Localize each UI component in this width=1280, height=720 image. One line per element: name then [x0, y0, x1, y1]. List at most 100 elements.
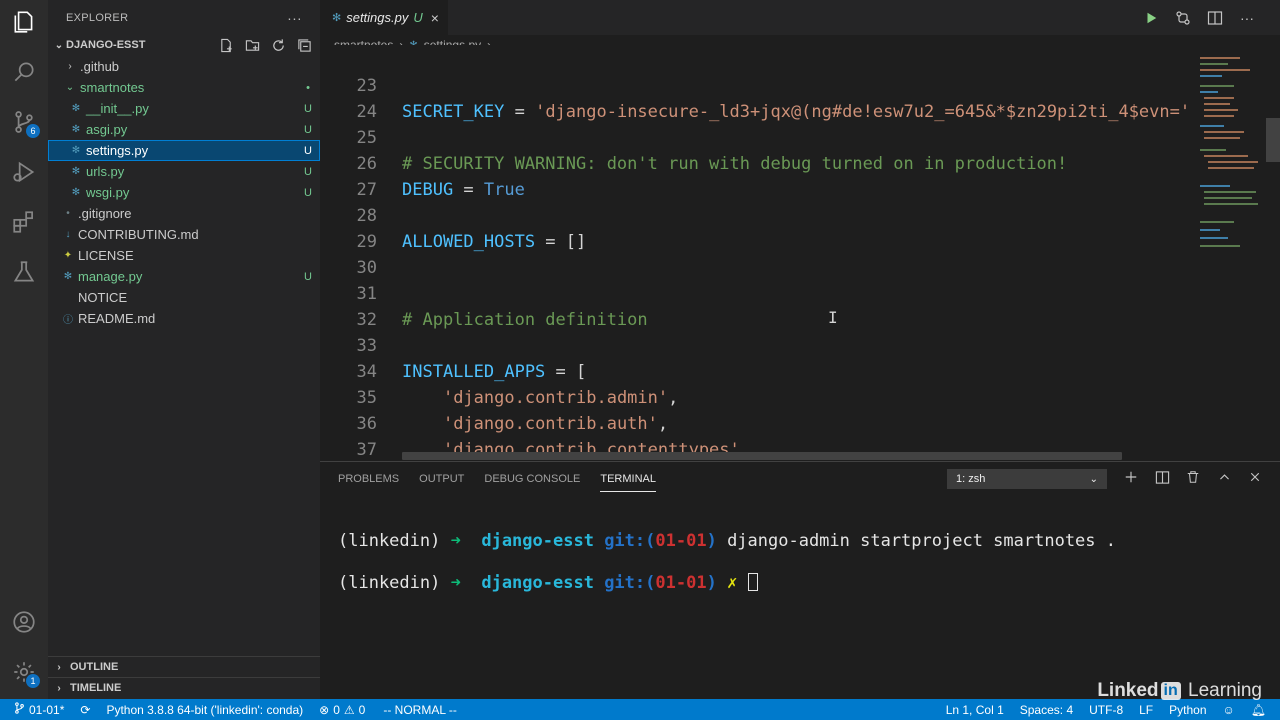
code-line: 24 [356, 102, 377, 122]
tree-item-urls-py[interactable]: ✻ urls.py U [48, 161, 320, 182]
terminal-output[interactable]: (linkedin) ➜ django-esst git:(01-01) dja… [338, 510, 1116, 636]
code-line: 26 DEBUG = True [356, 154, 525, 200]
close-panel-icon[interactable] [1246, 468, 1264, 486]
info-file-icon: ⓘ [63, 315, 73, 326]
chevron-right-icon: › [57, 682, 61, 694]
project-name: DJANGO-ESST [66, 39, 146, 51]
bottom-panel: PROBLEMS OUTPUT DEBUG CONSOLE TERMINAL 1… [320, 461, 1280, 699]
tree-item-wsgi-py[interactable]: ✻ wsgi.py U [48, 182, 320, 203]
tree-item-license[interactable]: ✦ LICENSE [48, 245, 320, 266]
code-line: 30 [356, 258, 377, 278]
run-python-icon[interactable] [1142, 9, 1160, 27]
close-icon[interactable]: × [431, 10, 439, 26]
code-line: 32 [356, 310, 377, 330]
tree-item-smartnotes[interactable]: ⌄ smartnotes • [48, 77, 320, 98]
run-debug-icon[interactable] [8, 156, 40, 188]
status-interpreter[interactable]: Python 3.8.8 64-bit ('linkedin': conda) [98, 703, 311, 717]
code-line: 36 'django.contrib.contenttypes', [356, 414, 751, 460]
terminal-cursor [747, 573, 758, 591]
status-position[interactable]: Ln 1, Col 1 [938, 703, 1012, 717]
open-changes-icon[interactable] [1174, 9, 1192, 27]
horizontal-scrollbar[interactable] [402, 452, 1122, 460]
status-branch[interactable]: 01-01* [0, 702, 72, 717]
status-language[interactable]: Python [1161, 703, 1214, 717]
project-section-header[interactable]: ⌄ DJANGO-ESST [48, 35, 320, 55]
tab-debug-console[interactable]: DEBUG CONSOLE [484, 473, 580, 485]
new-folder-icon[interactable] [244, 37, 260, 53]
editor-actions: ··· [1142, 0, 1280, 35]
code-editor[interactable]: 23 SECRET_KEY = 'django-insecure-_ld3+jq… [320, 45, 1196, 460]
explorer-sidebar: EXPLORER ··· ⌄ DJANGO-ESST › .github ⌄ s… [48, 0, 320, 699]
collapse-all-icon[interactable] [296, 37, 312, 53]
vertical-scrollbar[interactable] [1266, 118, 1280, 162]
terminal-selector[interactable]: 1: zsh ⌄ [947, 469, 1107, 489]
sync-icon: ⟳ [80, 702, 91, 717]
source-control-icon[interactable]: 6 [8, 106, 40, 138]
testing-flask-icon[interactable] [8, 256, 40, 288]
warning-icon: ⚠ [343, 702, 355, 717]
git-file-icon: • [66, 208, 70, 219]
status-feedback[interactable]: ☺ [1215, 703, 1243, 717]
code-line: 37 'django.contrib.sessions', [356, 440, 377, 460]
tab-settings-py[interactable]: ✻ settings.py U × [320, 0, 448, 35]
status-sync[interactable]: ⟳ [72, 703, 98, 717]
tab-terminal[interactable]: TERMINAL [600, 466, 656, 492]
split-terminal-icon[interactable] [1153, 468, 1171, 486]
license-file-icon: ✦ [63, 250, 73, 261]
status-bar: 01-01* ⟳ Python 3.8.8 64-bit ('linkedin'… [0, 699, 1280, 720]
code-line: 28 ALLOWED_HOSTS = [] [356, 206, 587, 252]
code-line: 31 # Application definition [356, 284, 648, 330]
split-editor-icon[interactable] [1206, 9, 1224, 27]
refresh-icon[interactable] [270, 37, 286, 53]
more-actions-icon[interactable]: ··· [287, 10, 302, 26]
status-problems[interactable]: ⊗ 0 ⚠ 0 [311, 703, 373, 717]
python-file-icon: ✻ [71, 145, 81, 156]
trash-icon[interactable] [1184, 468, 1202, 486]
new-terminal-icon[interactable] [1122, 468, 1140, 486]
panel-tabs: PROBLEMS OUTPUT DEBUG CONSOLE TERMINAL [338, 462, 656, 495]
tree-item-readme-md[interactable]: ⓘ README.md [48, 308, 320, 329]
tree-item-init-py[interactable]: ✻ __init__.py U [48, 98, 320, 119]
files-icon[interactable] [8, 6, 40, 38]
maximize-panel-icon[interactable] [1215, 468, 1233, 486]
tab-output[interactable]: OUTPUT [419, 473, 464, 485]
markdown-file-icon: ↓ [65, 229, 71, 240]
minimap[interactable] [1196, 45, 1264, 460]
search-icon[interactable] [8, 56, 40, 88]
extensions-icon[interactable] [8, 206, 40, 238]
status-indentation[interactable]: Spaces: 4 [1012, 703, 1081, 717]
chevron-right-icon: › [68, 61, 72, 72]
tree-item-gitignore[interactable]: • .gitignore [48, 203, 320, 224]
outline-section-header[interactable]: › OUTLINE [48, 656, 320, 677]
account-icon[interactable] [8, 606, 40, 638]
status-encoding[interactable]: UTF-8 [1081, 703, 1131, 717]
tree-item-notice[interactable]: NOTICE [48, 287, 320, 308]
activity-bar: 6 1 [0, 0, 48, 699]
editor-tab-bar: ✻ settings.py U × ··· [320, 0, 1280, 35]
linkedin-learning-logo: Linked in Learning [1097, 680, 1262, 701]
settings-gear-icon[interactable]: 1 [8, 656, 40, 688]
python-file-icon: ✻ [71, 187, 81, 198]
python-file-icon: ✻ [332, 12, 342, 24]
status-eol[interactable]: LF [1131, 703, 1161, 717]
tab-problems[interactable]: PROBLEMS [338, 473, 399, 485]
file-tree: › .github ⌄ smartnotes • ✻ __init__.py U… [48, 56, 320, 329]
more-actions-icon[interactable]: ··· [1238, 9, 1256, 27]
tree-item-github[interactable]: › .github [48, 56, 320, 77]
timeline-section-header[interactable]: › TIMELINE [48, 677, 320, 698]
bell-icon: 🔔︎ [1250, 702, 1266, 717]
code-line: 29 [356, 232, 377, 252]
tree-item-manage-py[interactable]: ✻ manage.py U [48, 266, 320, 287]
chevron-down-icon: ⌄ [54, 39, 64, 51]
code-line: 27 [356, 180, 377, 200]
tree-item-asgi-py[interactable]: ✻ asgi.py U [48, 119, 320, 140]
tree-item-settings-py[interactable]: ✻ settings.py U [48, 140, 320, 161]
terminal-line: (linkedin) ➜ django-esst git:(01-01) dja… [338, 531, 1116, 551]
status-notifications[interactable]: 🔔︎ [1243, 703, 1280, 717]
python-file-icon: ✻ [63, 271, 73, 282]
new-file-icon[interactable] [218, 37, 234, 53]
text-cursor-icon: I [828, 308, 838, 327]
tree-item-contributing-md[interactable]: ↓ CONTRIBUTING.md [48, 224, 320, 245]
settings-badge: 1 [26, 674, 40, 688]
code-line: 25 # SECURITY WARNING: don't run with de… [356, 128, 1068, 174]
